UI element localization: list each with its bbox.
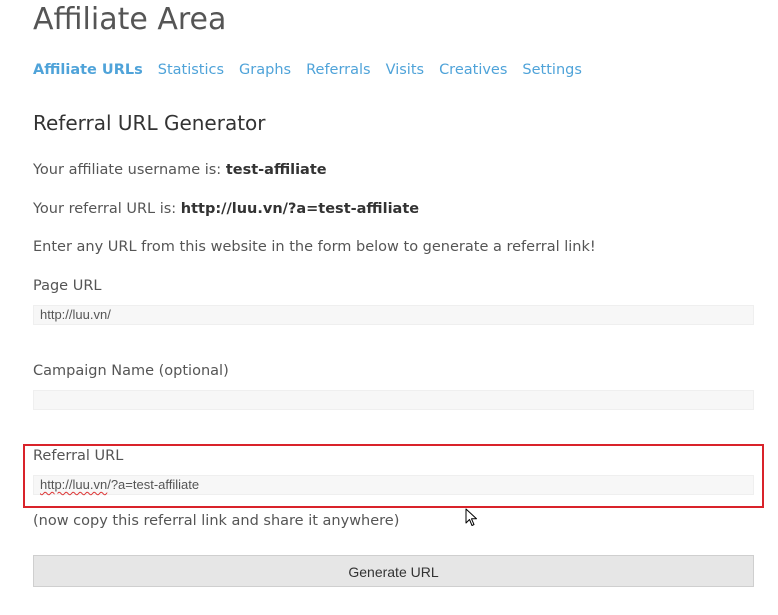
section-title: Referral URL Generator (33, 111, 266, 135)
copy-note: (now copy this referral link and share i… (33, 513, 400, 529)
tab-referrals[interactable]: Referrals (306, 60, 371, 80)
instructions-text: Enter any URL from this website in the f… (33, 239, 596, 255)
referral-prefix: Your referral URL is: (33, 201, 181, 217)
affiliate-tabs: Affiliate URLs Statistics Graphs Referra… (33, 60, 597, 80)
page-url-input[interactable]: http://luu.vn/ (33, 305, 754, 325)
username-line: Your affiliate username is: test-affilia… (33, 160, 327, 180)
affiliate-username: test-affiliate (225, 162, 327, 178)
tab-visits[interactable]: Visits (386, 60, 424, 80)
referral-url-text: http://luu.vn/?a=test-affiliate (180, 201, 420, 217)
tab-affiliate-urls[interactable]: Affiliate URLs (33, 60, 143, 80)
campaign-name-label: Campaign Name (optional) (33, 363, 229, 379)
affiliate-page: Affiliate Area Affiliate URLs Statistics… (0, 0, 778, 615)
referral-url-input[interactable]: http://luu.vn/?a=test-affiliate (33, 475, 754, 495)
referral-url-label: Referral URL (33, 448, 124, 464)
mouse-pointer-icon (465, 508, 477, 526)
username-prefix: Your affiliate username is: (33, 162, 226, 178)
tab-statistics[interactable]: Statistics (158, 60, 224, 80)
tab-creatives[interactable]: Creatives (439, 60, 507, 80)
tab-settings[interactable]: Settings (522, 60, 581, 80)
page-title: Affiliate Area (33, 2, 227, 37)
referral-url-value-part1: http://luu.vn (40, 477, 108, 492)
generate-url-button[interactable]: Generate URL (33, 555, 754, 587)
referral-url-value-part2: /?a=test-affiliate (107, 477, 200, 492)
page-url-label: Page URL (33, 278, 102, 294)
campaign-name-input[interactable] (33, 390, 754, 410)
referral-url-line: Your referral URL is: http://luu.vn/?a=t… (33, 199, 419, 219)
tab-graphs[interactable]: Graphs (239, 60, 291, 80)
